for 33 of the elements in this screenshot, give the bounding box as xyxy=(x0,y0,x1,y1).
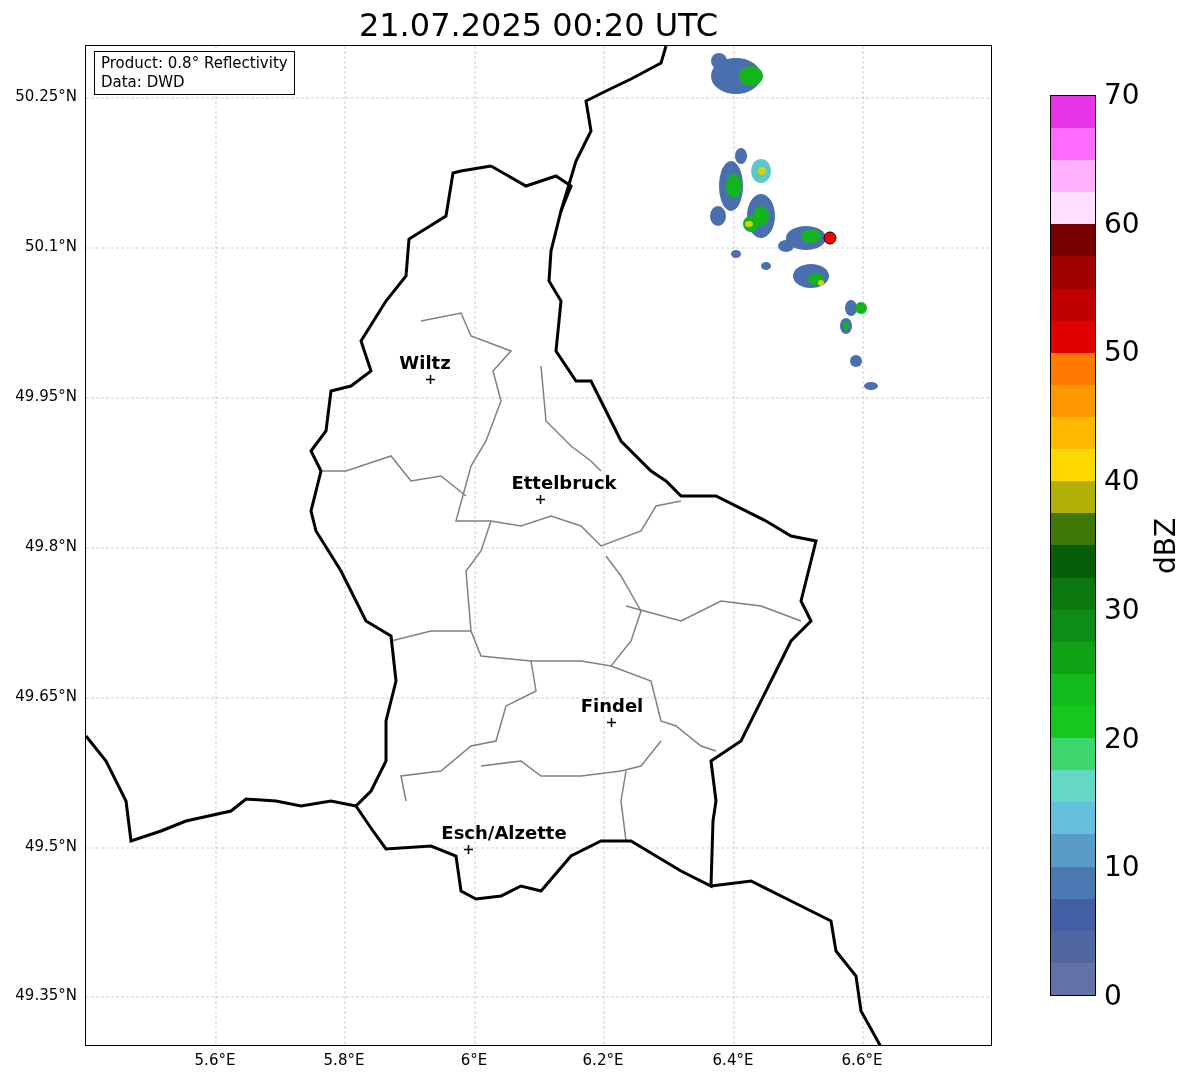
info-text: Data: DWD xyxy=(101,73,186,92)
city-label: Ettelbruck xyxy=(511,474,617,492)
chart-title: 21.07.2025 00:20 UTC xyxy=(358,9,719,41)
city-marker-icon xyxy=(464,845,473,854)
city-label: Findel xyxy=(580,697,644,715)
scale-tick-label: 60 xyxy=(1104,209,1140,238)
scale-tick-label: 40 xyxy=(1104,467,1140,496)
longitude-label: 5.8°E xyxy=(323,1053,365,1068)
latitude-label: 49.95°N xyxy=(15,389,77,404)
longitude-label: 5.6°E xyxy=(194,1053,236,1068)
scale-tick-label: 20 xyxy=(1104,724,1140,753)
city-label: Esch/Alzette xyxy=(441,824,567,842)
city-label: Wiltz xyxy=(399,354,451,372)
scale-axis-label: dBZ xyxy=(1152,517,1180,574)
longitude-label: 6.2°E xyxy=(582,1053,624,1068)
scale-tick-label: 30 xyxy=(1104,595,1140,624)
city-marker-icon xyxy=(426,375,435,384)
latitude-label: 49.65°N xyxy=(15,689,77,704)
city-marker-icon xyxy=(607,718,616,727)
city-marker-icon xyxy=(536,495,545,504)
longitude-label: 6°E xyxy=(460,1053,488,1068)
longitude-label: 6.6°E xyxy=(841,1053,883,1068)
latitude-label: 50.1°N xyxy=(24,239,77,254)
scale-tick-label: 50 xyxy=(1104,338,1140,367)
latitude-label: 50.25°N xyxy=(15,89,77,104)
scale-tick-label: 10 xyxy=(1104,853,1140,882)
longitude-label: 6.4°E xyxy=(712,1053,754,1068)
latitude-label: 49.35°N xyxy=(15,988,77,1003)
latitude-label: 49.8°N xyxy=(24,539,77,554)
scale-tick-label: 0 xyxy=(1104,982,1122,1010)
scale-tick-label: 70 xyxy=(1104,81,1140,109)
info-text: Product: 0.8° Reflectivity xyxy=(101,54,288,73)
latitude-label: 49.5°N xyxy=(24,839,77,854)
